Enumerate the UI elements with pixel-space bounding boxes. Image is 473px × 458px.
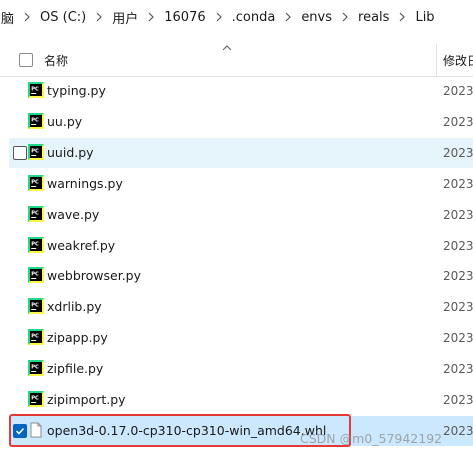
file-name: zipapp.py — [47, 330, 108, 346]
file-date: 2023/ — [443, 145, 473, 160]
pycharm-file-icon: PC — [28, 82, 44, 98]
svg-text:PC: PC — [31, 179, 39, 185]
pycharm-file-icon: PC — [28, 205, 44, 222]
file-row[interactable]: PC weakref.py 2023/ — [9, 231, 473, 261]
pycharm-file-icon: PC — [28, 112, 44, 129]
file-name: wave.py — [47, 206, 100, 222]
pycharm-file-icon: PC — [28, 236, 44, 253]
watermark: CSDN @m0_57942192 — [300, 431, 443, 446]
chevron-right-icon[interactable] — [88, 12, 110, 22]
svg-text:PC: PC — [31, 241, 39, 247]
file-row[interactable]: PC wave.py 2023/ — [9, 200, 473, 230]
file-name: webbrowser.py — [47, 268, 142, 284]
pycharm-file-icon: PC — [28, 391, 44, 407]
svg-text:PC: PC — [31, 210, 39, 216]
file-row[interactable]: PC typing.py 2023/ — [9, 76, 473, 106]
file-name: weakref.py — [47, 237, 116, 253]
file-date: 2023/ — [443, 331, 473, 346]
svg-text:PC: PC — [31, 148, 39, 154]
file-date: 2023/ — [443, 207, 473, 222]
file-date: 2023/ — [443, 84, 473, 98]
file-row[interactable]: PC webbrowser.py 2023/ — [9, 261, 473, 291]
file-date: 2023/ — [443, 269, 473, 284]
chevron-right-icon[interactable] — [140, 12, 162, 22]
breadcrumb: 脑 OS (C:) 用户 16076 .conda envs reals Lib — [0, 0, 473, 34]
file-name: xdrlib.py — [47, 299, 102, 315]
file-date: 2023/ — [443, 362, 473, 377]
file-date: 2023/ — [443, 114, 473, 129]
date-column-header[interactable]: 修改日 — [443, 52, 473, 69]
name-column-header[interactable]: 名称 — [44, 52, 68, 69]
file-row[interactable]: PC zipapp.py 2023/ — [9, 323, 473, 353]
file-date: 2023/ — [443, 300, 473, 315]
file-date: 2023/ — [443, 423, 473, 438]
svg-text:PC: PC — [31, 117, 39, 123]
chevron-right-icon[interactable] — [16, 12, 38, 22]
file-row[interactable]: PC uu.py 2023/ — [9, 107, 473, 137]
pycharm-file-icon: PC — [28, 329, 44, 346]
pycharm-file-icon: PC — [28, 267, 44, 284]
pycharm-file-icon: PC — [28, 360, 44, 377]
svg-text:PC: PC — [31, 395, 39, 401]
pycharm-file-icon: PC — [28, 174, 44, 191]
chevron-right-icon[interactable] — [334, 12, 356, 22]
select-all-checkbox[interactable] — [19, 53, 33, 67]
breadcrumb-item[interactable]: 脑 — [0, 8, 16, 27]
pycharm-file-icon: PC — [28, 143, 44, 160]
chevron-right-icon[interactable] — [277, 12, 299, 22]
breadcrumb-item[interactable]: OS (C:) — [38, 10, 88, 25]
chevron-right-icon[interactable] — [208, 12, 230, 22]
row-checkbox[interactable] — [13, 145, 27, 160]
breadcrumb-item[interactable]: 用户 — [110, 8, 140, 27]
sort-ascending-icon[interactable] — [221, 44, 233, 52]
file-name: zipimport.py — [47, 392, 126, 407]
file-row[interactable]: PC xdrlib.py 2023/ — [9, 292, 473, 322]
file-row[interactable]: PC zipimport.py 2023/ — [9, 385, 473, 415]
file-name: uuid.py — [47, 144, 94, 160]
pycharm-file-icon: PC — [28, 298, 44, 315]
file-name: zipfile.py — [47, 361, 104, 377]
breadcrumb-item[interactable]: Lib — [413, 10, 436, 25]
svg-text:PC: PC — [31, 272, 39, 278]
file-row[interactable]: PC zipfile.py 2023/ — [9, 354, 473, 384]
file-name: typing.py — [47, 83, 106, 98]
chevron-right-icon[interactable] — [391, 12, 413, 22]
file-date: 2023/ — [443, 238, 473, 253]
svg-text:PC: PC — [31, 86, 39, 92]
column-header — [0, 44, 473, 77]
svg-text:PC: PC — [31, 364, 39, 370]
file-name: uu.py — [47, 113, 83, 129]
file-row[interactable]: PC warnings.py 2023/ — [9, 169, 473, 199]
breadcrumb-item[interactable]: envs — [299, 10, 334, 25]
file-date: 2023/ — [443, 176, 473, 191]
breadcrumb-item[interactable]: 16076 — [162, 10, 207, 25]
breadcrumb-item[interactable]: reals — [356, 10, 391, 25]
file-date: 2023/ — [443, 393, 473, 407]
svg-text:PC: PC — [31, 303, 39, 309]
svg-text:PC: PC — [31, 333, 39, 339]
breadcrumb-item[interactable]: .conda — [230, 10, 278, 25]
file-name: warnings.py — [47, 175, 123, 191]
file-row[interactable]: PC uuid.py 2023/ — [9, 137, 473, 168]
column-divider[interactable] — [436, 44, 437, 76]
